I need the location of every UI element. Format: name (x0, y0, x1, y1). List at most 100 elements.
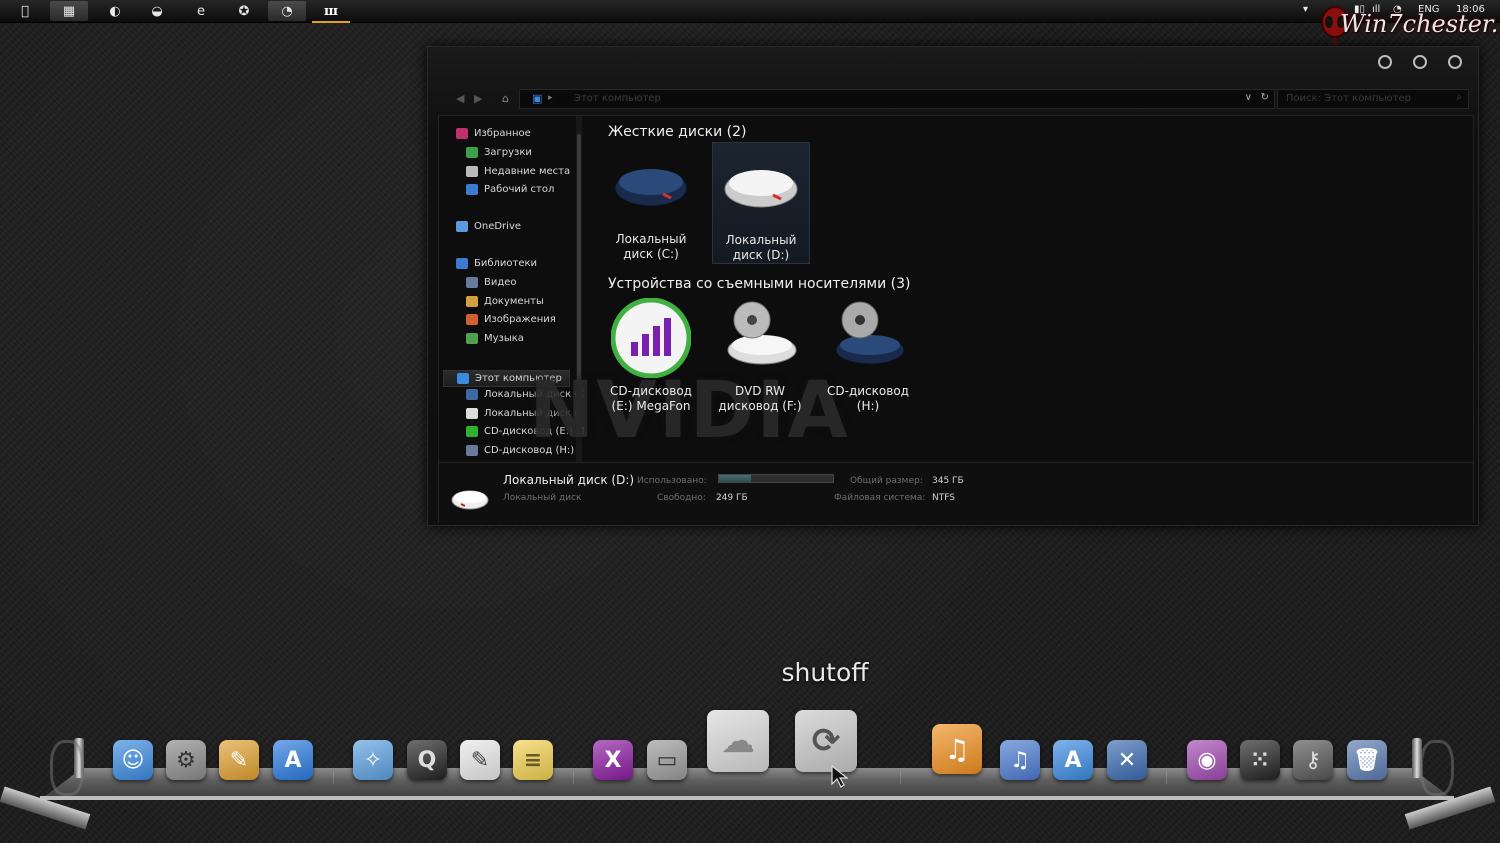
drive-megafon-icon (611, 298, 691, 378)
tray-arrow-icon[interactable]: ▾ (1303, 4, 1308, 15)
dock-chain-left (50, 740, 84, 796)
dock-trash-icon[interactable]: 🗑 (1347, 740, 1387, 780)
dock-app-store-icon[interactable]: A (273, 740, 313, 780)
total-value: 345 ГБ (932, 476, 964, 486)
drive-item[interactable]: CD-дисковод (E:) MegaFon (603, 294, 699, 414)
details-name: Локальный диск (D:) (503, 473, 635, 487)
minimize-button[interactable] (1378, 55, 1392, 69)
maximize-button[interactable] (1413, 55, 1427, 69)
taskbar-windows-tile-icon[interactable]: ▦ (50, 1, 88, 21)
dock-finder-icon[interactable]: ☺ (113, 740, 153, 780)
dock-glyph: ⚙ (176, 747, 196, 773)
nav-item[interactable]: Видео (466, 276, 517, 288)
back-arrow-icon[interactable]: ◀ (456, 92, 464, 105)
nav-item-icon (466, 333, 478, 345)
chevron-down-icon[interactable]: ∨ (1245, 92, 1252, 103)
drive-label-line2: (E:) MegaFon (611, 399, 691, 413)
dock-widgets-icon[interactable]: ✎ (219, 740, 259, 780)
nav-item[interactable]: Рабочий стол (466, 184, 555, 196)
taskbar-apple-start-icon[interactable]:  (6, 1, 44, 21)
nav-item-icon (466, 426, 478, 438)
close-button[interactable] (1448, 55, 1462, 69)
dock-textedit-icon[interactable]: ✎ (460, 740, 500, 780)
dock-glyph: ✎ (470, 747, 490, 773)
nav-item[interactable]: Недавние места (466, 165, 571, 177)
dock-chain-right (1420, 740, 1454, 796)
dock-glyph: ♫ (1010, 747, 1030, 773)
search-input[interactable]: Поиск: Этот компьютер ⌕ (1277, 89, 1469, 109)
dock-x-app-icon[interactable]: X (593, 740, 633, 780)
drive-label-line2: дисковод (F:) (718, 399, 802, 413)
dock-utilities-icon[interactable]: ✕ (1107, 740, 1147, 780)
nav-item-icon (466, 276, 478, 288)
nav-item-icon (466, 146, 478, 158)
dock-icloud-icon[interactable]: ☁ (707, 710, 769, 772)
drive-label-line1: CD-дисковод (827, 384, 909, 398)
dock-sync-shutoff-icon[interactable]: ⟳ (795, 710, 857, 772)
nav-item-icon (466, 184, 478, 196)
dock-glyph: ☁ (721, 721, 755, 761)
hdd-group-title[interactable]: Жесткие диски (2) (608, 124, 746, 140)
drive-item[interactable]: Локальный диск (D:) (712, 142, 810, 264)
dock-itunes-icon[interactable]: ♫ (1000, 740, 1040, 780)
dock-glyph: ✧ (363, 747, 383, 773)
breadcrumb-arrow-icon[interactable]: ▸ (548, 93, 553, 103)
drive-item[interactable]: Локальный диск (С:) (603, 142, 699, 262)
nav-item-label: Рабочий стол (484, 184, 555, 196)
drive-item[interactable]: CD-дисковод (H:) (820, 294, 916, 414)
nav-item[interactable]: Документы (466, 295, 544, 307)
dock-keychain-icon[interactable]: ⚷ (1293, 740, 1333, 780)
taskbar-ie-icon[interactable]: e (182, 1, 220, 21)
dock-quicktime-icon[interactable]: Q (407, 740, 447, 780)
drive-item[interactable]: DVD RW дисковод (F:) (712, 294, 808, 414)
search-placeholder: Поиск: Этот компьютер (1286, 93, 1412, 104)
dock-separator (573, 770, 574, 784)
nav-item-icon (456, 221, 468, 233)
nav-item-label: Недавние места (484, 165, 571, 177)
dock-glyph: A (284, 747, 302, 773)
dock-glyph: ⟳ (811, 721, 841, 761)
free-value: 249 ГБ (716, 493, 748, 503)
drive-label-line2: диск (D:) (732, 248, 790, 262)
nav-item[interactable]: Избранное (456, 128, 531, 139)
nav-item[interactable]: Музыка (466, 333, 524, 345)
nav-item-label: Избранное (474, 128, 531, 139)
dock-glyph: ◉ (1197, 747, 1217, 773)
dock-music-orange-icon[interactable]: ♫ (932, 724, 982, 774)
taskbar-app-5-icon[interactable]: ✪ (225, 1, 263, 21)
refresh-icon[interactable]: ↻ (1261, 92, 1269, 103)
nav-item-icon (466, 445, 478, 457)
usage-fill (719, 475, 751, 482)
taskbar-app-6-icon[interactable]: ◔ (268, 1, 306, 21)
address-bar[interactable]: ▣ ▸ Этот компьютер ∨ ↻ (519, 89, 1275, 109)
nav-item[interactable]: Изображения (466, 314, 556, 326)
dock-app-store-2-icon[interactable]: A (1053, 740, 1093, 780)
removable-group-title[interactable]: Устройства со съемными носителями (3) (608, 276, 910, 292)
taskbar-app-3-icon[interactable]: ◒ (138, 1, 176, 21)
free-label: Свободно: (657, 493, 706, 503)
dock-system-preferences-icon[interactable]: ⚙ (166, 740, 206, 780)
home-icon[interactable]: ⌂ (502, 92, 509, 105)
nav-item-label: Изображения (484, 314, 556, 326)
dock-glyph: ✕ (1117, 747, 1137, 773)
dock-glyph: ⚷ (1304, 747, 1322, 773)
top-taskbar: ▦◐◒e✪◔ш ▾ ▮▯ ıll ◔ ENG 18:06 (0, 0, 1500, 23)
nav-item[interactable]: Загрузки (466, 146, 532, 158)
nav-item[interactable]: Библиотеки (456, 258, 537, 269)
taskbar-app-2-icon[interactable]: ◐ (96, 1, 134, 21)
dock-disk-utility-icon[interactable]: ▭ (647, 740, 687, 780)
dock-stickies-icon[interactable]: ≡ (513, 740, 553, 780)
dock-safari-icon[interactable]: ✧ (353, 740, 393, 780)
dock-photo-booth-icon[interactable]: ◉ (1187, 740, 1227, 780)
nav-scroll-thumb[interactable] (577, 134, 581, 384)
dock-glyph: Q (417, 747, 437, 773)
taskbar-w-app-icon[interactable]: ш (312, 1, 350, 23)
mouse-cursor-icon (831, 764, 848, 788)
content-area: Избранное Загрузки Недавние места Рабочий с… (438, 115, 1474, 523)
drive-label-line2: диск (С:) (623, 247, 679, 261)
drive-label-line2: (H:) (856, 399, 880, 413)
forward-arrow-icon[interactable]: ▶ (474, 92, 482, 105)
nav-item[interactable]: OneDrive (456, 221, 521, 233)
search-icon[interactable]: ⌕ (1456, 92, 1462, 103)
dock-dashboard-icon[interactable]: ⁙ (1240, 740, 1280, 780)
